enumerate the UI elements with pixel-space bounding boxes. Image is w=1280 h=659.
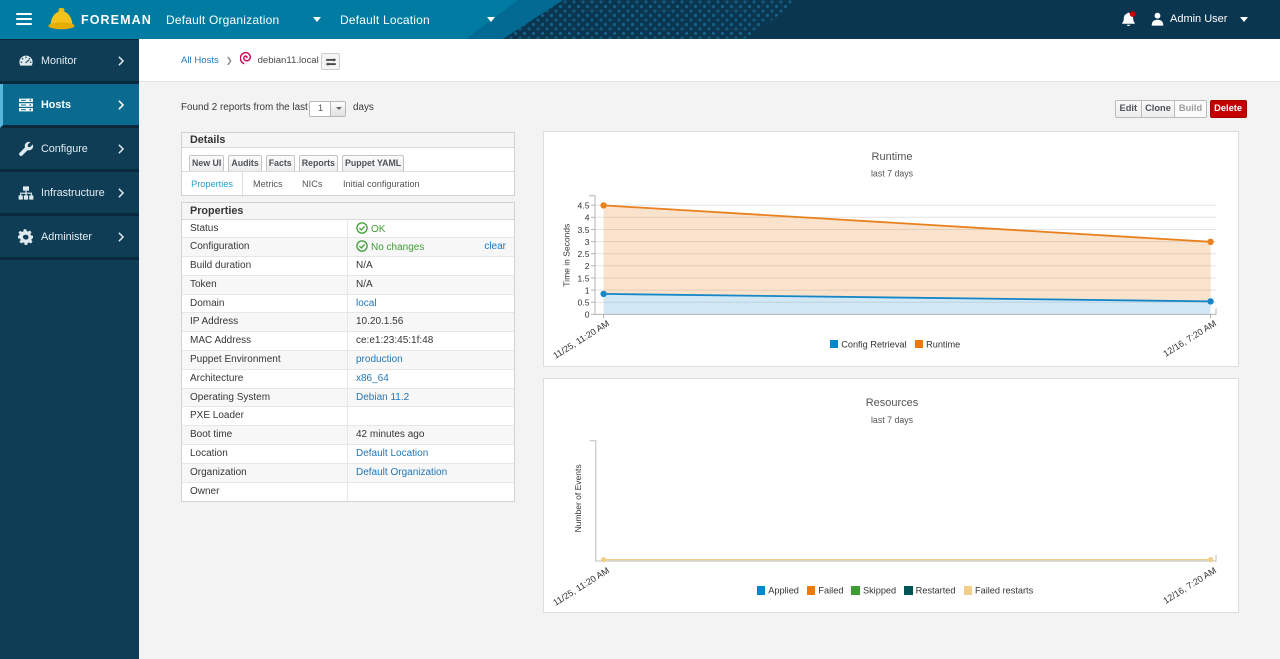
svg-text:1: 1 — [585, 285, 590, 295]
svg-text:4.5: 4.5 — [578, 200, 590, 210]
svg-text:Time in Seconds: Time in Seconds — [561, 223, 571, 286]
svg-text:last 7 days: last 7 days — [871, 168, 914, 178]
svg-text:1.5: 1.5 — [578, 273, 590, 283]
svg-text:last 7 days: last 7 days — [871, 415, 914, 425]
svg-text:2.5: 2.5 — [578, 249, 590, 259]
svg-text:3.5: 3.5 — [578, 224, 590, 234]
svg-text:Runtime: Runtime — [872, 151, 913, 163]
svg-text:Number of Events: Number of Events — [573, 464, 583, 532]
svg-text:4: 4 — [585, 212, 590, 222]
svg-text:0.5: 0.5 — [578, 297, 590, 307]
svg-text:Resources: Resources — [866, 397, 919, 409]
svg-text:3: 3 — [585, 236, 590, 246]
svg-text:0: 0 — [585, 309, 590, 319]
svg-text:2: 2 — [585, 261, 590, 271]
